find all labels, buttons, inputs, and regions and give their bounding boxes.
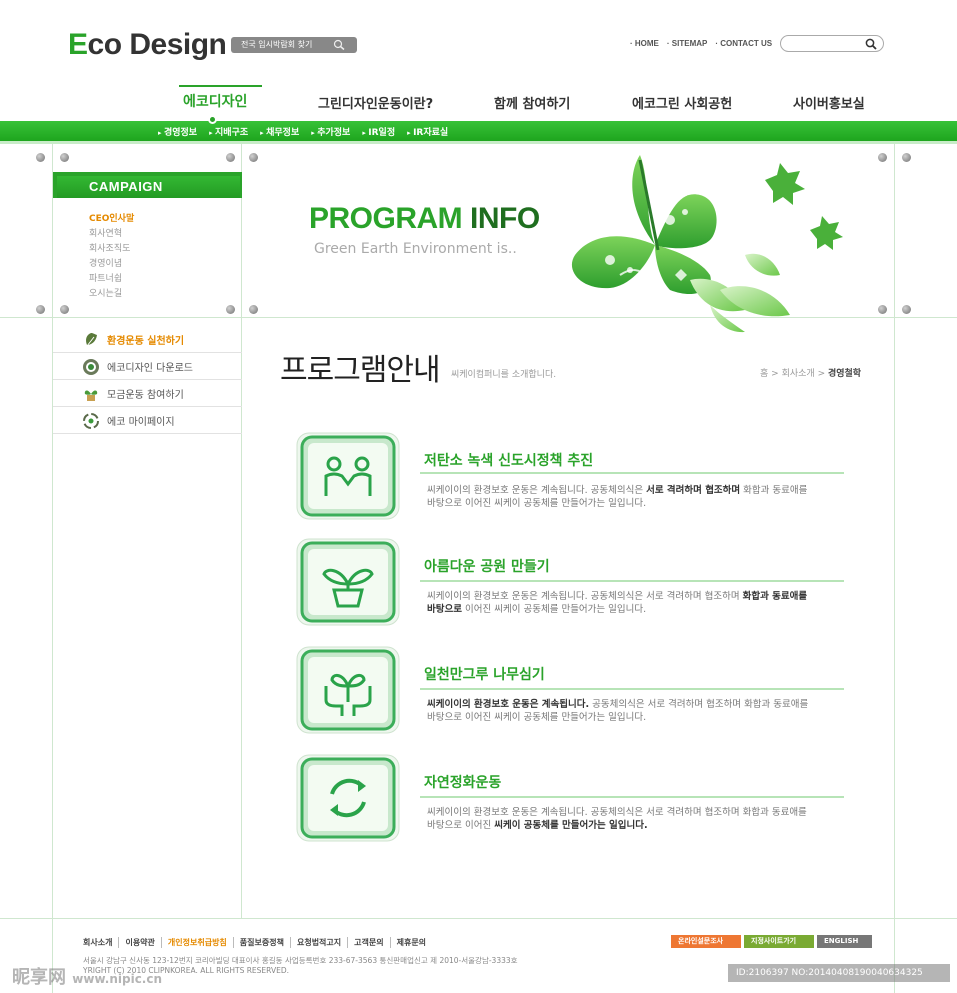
program-title[interactable]: 일천만그루 나무심기 [424,664,545,684]
survey-button[interactable]: 온라인설문조사 [671,935,741,948]
footer-partnership[interactable]: 제휴문의 [389,937,432,948]
leaf-icon [86,333,97,347]
footer-customer[interactable]: 고객문의 [347,937,389,948]
bolt-icon [878,305,887,314]
nav-active-underline [179,85,262,87]
home-link[interactable]: HOME [630,39,659,48]
top-search-box [780,35,884,52]
bolt-icon [878,153,887,162]
sidebar-menu: 환경운동 실천하기 에코디자인 다운로드 모금운동 참여하기 에코 마이페이지 [53,326,242,434]
submenu-directions[interactable]: 오시는길 [89,287,134,302]
subnav-additional-info[interactable]: 추가정보 [311,125,350,138]
nav-active-dot [208,115,217,124]
program-description: 씨케이이의 환경보호 운동은 계속됩니다. 공동체의식은 서로 격려하며 협조하… [427,591,808,615]
frame-line-sidebar [241,144,242,919]
banner-subtitle: Green Earth Environment is.. [314,241,517,257]
subnav-ir-archive[interactable]: IR자료실 [407,125,448,138]
footer-links: 회사소개 이용약관 개인정보취급방침 품질보증정책 요청법적고지 고객문의 제휴… [83,937,432,948]
sidebar-submenu: CEO인사말 회사연혁 회사조직도 경영이념 파트너쉽 오시는길 [89,212,134,302]
nav-eco-design[interactable]: 에코디자인 [183,91,247,111]
sidebar-item-download[interactable]: 에코디자인 다운로드 [53,353,242,380]
breadcrumb-company[interactable]: 회사소개 [782,369,815,379]
butterfly-leaves-illustration [571,155,843,333]
bolt-icon [902,153,911,162]
search-input[interactable] [789,38,864,49]
tree-hands-icon[interactable] [296,646,400,734]
program-description: 씨케이이의 환경보호 운동은 계속됩니다. 공동체의식은 서로 격려하며 협조하… [427,699,809,723]
site-link-button[interactable]: 지정사이트가기 [744,935,814,948]
page-description: 씨케이컴퍼니를 소개합니다. [451,370,557,380]
sidebar-item-eco-practice[interactable]: 환경운동 실천하기 [53,326,242,353]
bolt-icon [36,153,45,162]
submenu-history[interactable]: 회사연혁 [89,227,134,242]
nav-cyber-pr[interactable]: 사이버홍보실 [793,93,865,112]
submenu-organization[interactable]: 회사조직도 [89,242,134,257]
search-icon[interactable] [865,38,877,50]
recycle-icon[interactable] [296,754,400,842]
campaign-header: CAMPAIGN [57,176,240,198]
sidebar-item-fundraising[interactable]: 모금운동 참여하기 [53,380,242,407]
breadcrumb: 홈 > 회사소개 > 경영철학 [760,369,862,379]
site-logo[interactable]: Eco Design [68,28,227,62]
watermark-logo: 昵享网 www.nipic.cn [12,967,163,988]
footer-terms[interactable]: 이용약관 [118,937,160,948]
footer-privacy[interactable]: 개인정보취급방침 [160,937,233,948]
submenu-partnership[interactable]: 파트너쉽 [89,272,134,287]
plant-pot-icon[interactable] [296,538,400,626]
program-description: 씨케이이의 환경보호 운동은 계속됩니다. 공동체의식은 서로 격려하며 협조하… [427,485,808,509]
bolt-icon [902,305,911,314]
subnav-management-info[interactable]: 경영정보 [158,125,197,138]
program-divider [420,580,844,582]
submenu-ceo-greeting[interactable]: CEO인사말 [89,212,134,227]
bolt-icon [226,305,235,314]
contact-link[interactable]: CONTACT US [715,39,772,48]
subnav-items: 경영정보 지배구조 채무정보 추가정보 IR일정 IR자료실 [158,125,448,138]
footer-company[interactable]: 회사소개 [83,937,118,948]
exhibition-search-pill[interactable]: 전국 입시박람회 찾기 [231,37,357,53]
sprout-icon [84,390,98,401]
recycle-icon [83,413,99,429]
subnav-ir-schedule[interactable]: IR일정 [362,125,395,138]
submenu-philosophy[interactable]: 경영이념 [89,257,134,272]
program-divider [420,472,844,474]
subnav-debt-info[interactable]: 채무정보 [260,125,299,138]
program-title[interactable]: 저탄소 녹색 신도시정책 추진 [424,450,593,470]
bolt-icon [60,305,69,314]
magnifier-icon [333,39,345,51]
program-description: 씨케이이의 환경보호 운동은 계속됩니다. 공동체의식은 서로 격려하며 협조하… [427,807,807,831]
banner-title: PROGRAM INFO [309,202,540,235]
breadcrumb-home[interactable]: 홈 [760,369,768,379]
footer-legal[interactable]: 요청법적고지 [289,937,347,948]
bolt-icon [249,153,258,162]
main-nav: 에코디자인 그린디자인운동이란? 함께 참여하기 에코그린 사회공헌 사이버홍보… [0,83,957,121]
target-icon [83,359,99,375]
sitemap-link[interactable]: SITEMAP [667,39,708,48]
nav-social-contribution[interactable]: 에코그린 사회공헌 [632,93,732,112]
watermark-id: ID:2106397 NO:20140408190040634325 [728,964,950,982]
footer-quality[interactable]: 품질보증정책 [232,937,290,948]
top-utility-links: HOME SITEMAP CONTACT US [630,39,772,48]
frame-line-footer-top [0,918,957,919]
breadcrumb-current: 경영철학 [827,369,862,379]
program-title[interactable]: 자연정화운동 [424,772,501,792]
nav-participate[interactable]: 함께 참여하기 [494,93,570,112]
bolt-icon [36,305,45,314]
english-button[interactable]: ENGLISH [817,935,872,948]
program-divider [420,796,844,798]
subnav-bar [0,121,957,141]
page-title: 프로그램안내 [280,353,441,388]
people-icon[interactable] [296,432,400,520]
bolt-icon [60,153,69,162]
nav-green-design-movement[interactable]: 그린디자인운동이란? [318,93,433,112]
program-title[interactable]: 아름다운 공원 만들기 [424,556,550,576]
program-divider [420,688,844,690]
subnav-bar-shadow [0,141,957,144]
bolt-icon [249,305,258,314]
frame-line-right [894,144,895,993]
subnav-governance[interactable]: 지배구조 [209,125,248,138]
frame-line-left [52,144,53,993]
sidebar-item-mypage[interactable]: 에코 마이페이지 [53,407,242,434]
bolt-icon [226,153,235,162]
